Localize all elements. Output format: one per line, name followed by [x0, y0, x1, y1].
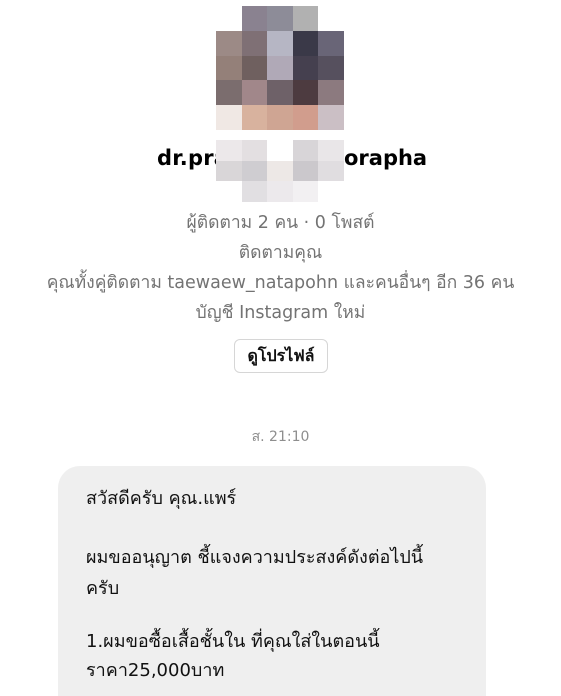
view-profile-button[interactable]: ดูโปรไฟล์: [234, 339, 328, 373]
profile-avatar-pixelated[interactable]: [216, 6, 344, 130]
message-timestamp: ส. 21:10: [251, 429, 310, 445]
message-line: ราคา25,000บาท: [86, 660, 225, 681]
message-line: 1.ผมขอซื้อเสื้อชั้นใน ที่คุณใส่ในตอนนี้: [86, 631, 380, 652]
message-line: สวัสดีครับ คุณ.แพร์: [86, 488, 237, 509]
mutual-followers[interactable]: คุณทั้งคู่ติดตาม taewaew_natapohn และคนอ…: [0, 268, 561, 298]
profile-name-end: orapha: [344, 146, 428, 170]
message-line: ครับ: [86, 578, 120, 599]
dm-thread-screen: dr.pra orapha ผู้ติดตาม 2 คน · 0 โพสต์ ต…: [0, 0, 561, 696]
profile-name-blur: [216, 140, 344, 202]
new-account-note: บัญชี Instagram ใหม่: [195, 303, 366, 323]
message-line: ผมขออนุญาต ชี้แจงความประสงค์ดังต่อไปนี้: [86, 547, 424, 568]
profile-stats: ผู้ติดตาม 2 คน · 0 โพสต์: [186, 213, 375, 233]
profile-name-row: dr.pra orapha: [0, 140, 561, 202]
follows-you-label: ติดตามคุณ: [238, 243, 323, 263]
